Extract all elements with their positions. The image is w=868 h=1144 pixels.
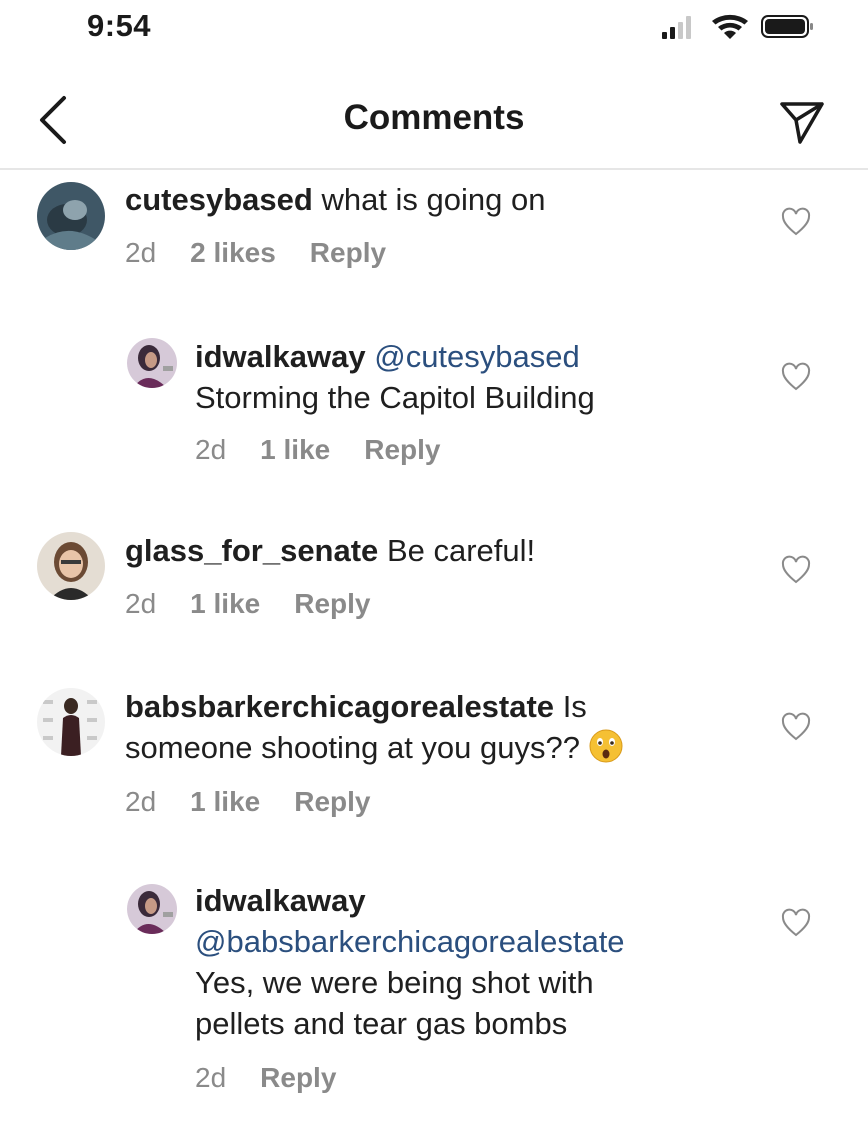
comment-meta: 2d 2 likes Reply bbox=[125, 237, 420, 269]
reply-button[interactable]: Reply bbox=[260, 1062, 336, 1093]
mention-link[interactable]: @babsbarkerchicagorealestate bbox=[195, 924, 625, 959]
battery-icon bbox=[761, 15, 813, 38]
comments-screen: 9:54 Comments cutesybased what is going … bbox=[0, 0, 868, 1144]
astonished-face-icon bbox=[589, 729, 623, 763]
wifi-icon bbox=[712, 14, 748, 39]
comment-meta: 2d Reply bbox=[195, 1062, 370, 1094]
mention-link[interactable]: @cutesybased bbox=[374, 339, 580, 374]
page-title: Comments bbox=[343, 98, 525, 137]
avatar[interactable] bbox=[37, 532, 105, 600]
avatar[interactable] bbox=[37, 182, 105, 250]
avatar[interactable] bbox=[127, 884, 177, 934]
comment-time: 2d bbox=[125, 588, 157, 619]
heart-outline-icon[interactable] bbox=[780, 908, 812, 938]
comment-text: cutesybased what is going on bbox=[125, 179, 546, 220]
comment-body-line1: Yes, we were being shot with bbox=[195, 965, 594, 1000]
comment-body: Storming the Capitol Building bbox=[195, 380, 595, 415]
heart-outline-icon[interactable] bbox=[780, 555, 812, 585]
reply-button[interactable]: Reply bbox=[310, 237, 386, 268]
reply-item: idwalkaway @babsbarkerchicagorealestate … bbox=[0, 878, 868, 1108]
comment-time: 2d bbox=[195, 434, 227, 465]
comment-meta: 2d 1 like Reply bbox=[125, 786, 404, 818]
cellular-signal-icon bbox=[662, 16, 691, 39]
comment-body-line2: pellets and tear gas bombs bbox=[195, 1006, 568, 1041]
avatar[interactable] bbox=[127, 338, 177, 388]
comment-text: idwalkaway @babsbarkerchicagorealestate … bbox=[195, 880, 625, 1044]
comment-body-line2: someone shooting at you guys?? bbox=[125, 730, 580, 765]
comment-time: 2d bbox=[125, 237, 157, 268]
status-time: 9:54 bbox=[87, 8, 152, 43]
reply-button[interactable]: Reply bbox=[364, 434, 440, 465]
comment-body-line1: Is bbox=[562, 689, 587, 724]
reply-button[interactable]: Reply bbox=[294, 588, 370, 619]
likes-count[interactable]: 1 like bbox=[190, 786, 260, 817]
likes-count[interactable]: 2 likes bbox=[190, 237, 276, 268]
likes-count[interactable]: 1 like bbox=[190, 588, 260, 619]
comment-text: idwalkaway @cutesybased Storming the Cap… bbox=[195, 336, 595, 418]
comment-item: glass_for_senate Be careful! 2d 1 like Rep… bbox=[0, 528, 868, 638]
likes-count[interactable]: 1 like bbox=[260, 434, 330, 465]
comment-body: what is going on bbox=[321, 182, 546, 217]
username[interactable]: cutesybased bbox=[125, 182, 313, 217]
reply-item: idwalkaway @cutesybased Storming the Cap… bbox=[0, 330, 868, 480]
username[interactable]: glass_for_senate bbox=[125, 533, 378, 568]
avatar[interactable] bbox=[37, 688, 105, 756]
comment-item: cutesybased what is going on 2d 2 likes Re… bbox=[0, 175, 868, 285]
comment-meta: 2d 1 like Reply bbox=[125, 588, 404, 620]
nav-bar: Comments bbox=[0, 70, 868, 170]
comment-body: Be careful! bbox=[386, 533, 536, 568]
paper-plane-icon[interactable] bbox=[776, 94, 828, 146]
comment-meta: 2d 1 like Reply bbox=[195, 434, 474, 466]
username[interactable]: idwalkaway bbox=[195, 339, 366, 374]
heart-outline-icon[interactable] bbox=[780, 207, 812, 237]
comment-text: babsbarkerchicagorealestate Is someone s… bbox=[125, 686, 624, 768]
reply-button[interactable]: Reply bbox=[294, 786, 370, 817]
status-bar: 9:54 bbox=[0, 0, 868, 60]
heart-outline-icon[interactable] bbox=[780, 362, 812, 392]
comment-item: babsbarkerchicagorealestate Is someone s… bbox=[0, 682, 868, 832]
username[interactable]: babsbarkerchicagorealestate bbox=[125, 689, 554, 724]
comment-time: 2d bbox=[125, 786, 157, 817]
status-icons bbox=[662, 14, 813, 39]
comment-text: glass_for_senate Be careful! bbox=[125, 530, 535, 571]
heart-outline-icon[interactable] bbox=[780, 712, 812, 742]
username[interactable]: idwalkaway bbox=[195, 883, 366, 918]
comment-time: 2d bbox=[195, 1062, 227, 1093]
